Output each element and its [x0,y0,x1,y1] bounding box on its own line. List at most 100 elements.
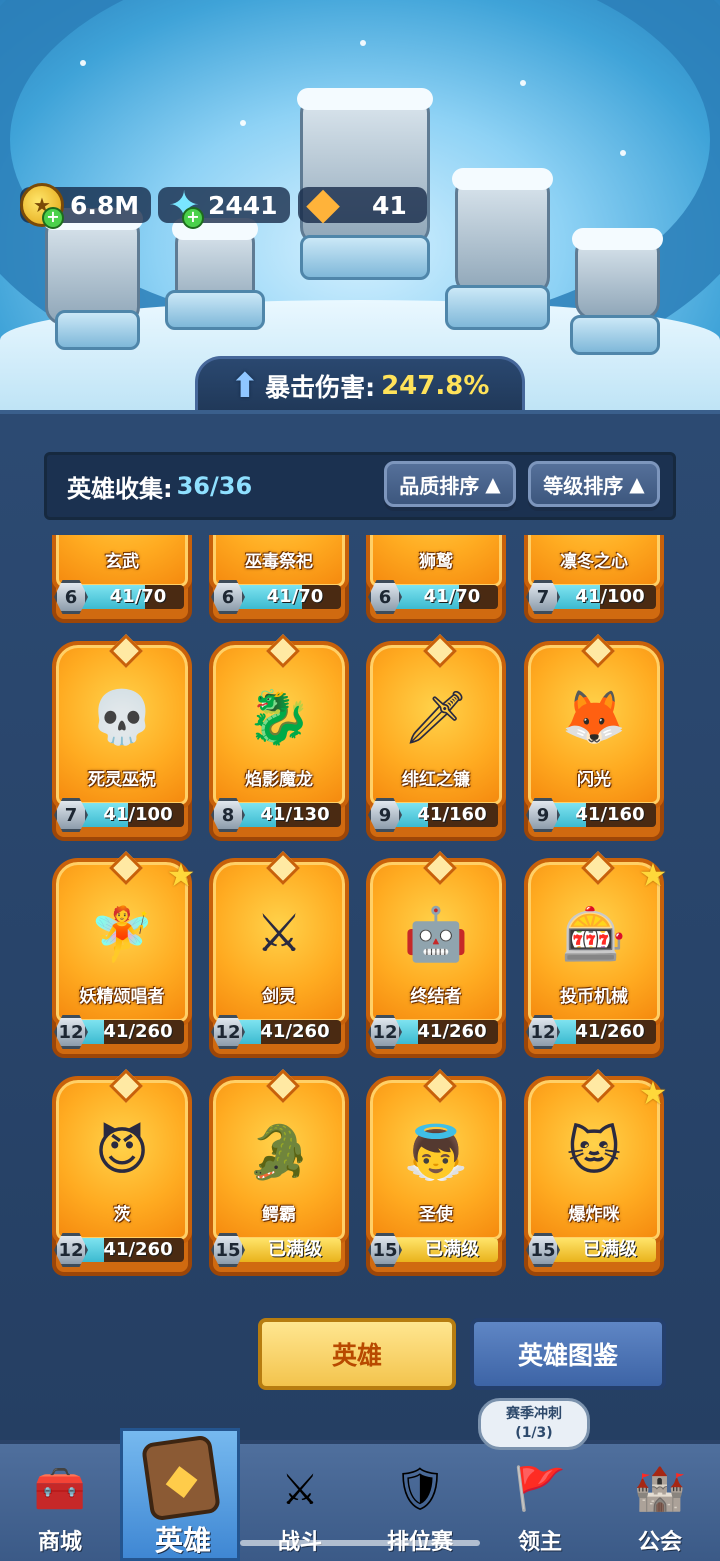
scythe-icon: 🗡 [402,687,469,748]
hero-card[interactable]: ❄凛冬之心41/1007 [524,535,664,631]
progress-text: 41/260 [575,1021,645,1042]
home-indicator [240,1540,480,1546]
hero-card[interactable]: 🐊 鳄霸 已满级 15 [209,1076,349,1284]
progress-text: 41/70 [266,586,324,607]
hero-name: 焰影魔龙 [245,770,313,790]
sword-spirit-icon: ⚔ [255,904,303,964]
up-arrow-icon: ⬆ [230,365,260,406]
progress-text: 41/260 [260,1021,330,1042]
hero-card[interactable]: ⚔ 剑灵 41/260 12 [209,858,349,1066]
hero-name: 绯红之镰 [402,770,470,790]
progress-text: 41/260 [103,1021,173,1042]
hero-tab-button[interactable]: 英雄 [258,1318,456,1390]
hero-tab-label: 英雄 [331,1341,382,1370]
robot-statue [572,228,663,320]
progress-text: 41/130 [260,804,330,825]
collection-count: 36/36 [176,472,253,500]
crossed-swords-icon: ⚔ [281,1464,319,1514]
nav-label: 英雄 [154,1524,211,1557]
hero-card[interactable]: 🎰 投币机械 41/260 12 ★ [524,858,667,1066]
pedestal [165,290,265,330]
crit-damage-banner: ⬆ 暴击伤害: 247.8% [195,356,525,412]
progress-text: 41/70 [423,586,481,607]
sort-level-label: 等级排序 [543,473,624,498]
hero-card[interactable]: 🎭巫毒祭祀41/706 [209,535,349,631]
hero-name: 玄武 [105,552,139,572]
skull-icon: 💀 [89,687,155,748]
snowflake [620,150,626,156]
add-gold-icon[interactable]: + [42,207,64,229]
shop-chest-icon: 🧰 [33,1464,87,1513]
season-sprint-title: 赛季冲刺 [506,1406,562,1422]
hero-card-icon: ◆ [140,1434,222,1522]
progress-text: 41/260 [103,1239,173,1260]
terminator-icon: 🤖 [403,904,469,965]
crit-label: 暴击伤害: [265,372,376,402]
nav-item-5[interactable]: 🚩 领主 [480,1440,600,1561]
collection-label: 英雄收集: [67,474,173,503]
triangle-up-icon: ▲ [485,472,501,496]
hero-name: 巫毒祭祀 [245,552,313,572]
orange-crystal-icon: ◆ [306,177,340,229]
gem-amount: 2441 [208,190,278,220]
snowflake [80,60,86,66]
season-sprint-bubble[interactable]: 赛季冲刺 (1/3) [478,1398,590,1450]
hero-name: 鳄霸 [262,1205,296,1225]
cat-icon: 🐱 [566,1122,622,1182]
hero-card[interactable]: 😈 茨 41/260 12 [52,1076,192,1284]
ranked-shield-icon: 🛡 [393,1464,447,1513]
progress-text: 已满级 [583,1239,637,1260]
pedestal [55,310,140,350]
hero-name: 终结者 [410,987,462,1007]
sort-level-button[interactable]: 等级排序 ▲ [528,461,660,507]
star-icon: ★ [638,856,668,894]
lord-banner-icon: 🚩 [513,1464,567,1513]
add-gem-icon[interactable]: + [182,207,204,229]
snowflake [520,80,526,86]
progress-text: 已满级 [268,1239,322,1260]
crystal-resource[interactable]: ◆ 41 [298,178,427,229]
fairy-icon: 🧚 [89,904,155,965]
hero-codex-button[interactable]: 英雄图鉴 [470,1318,666,1390]
hero-name: 狮鹫 [419,552,453,572]
sort-quality-button[interactable]: 品质排序 ▲ [384,461,516,507]
pedestal [445,285,550,330]
progress-text: 41/100 [575,586,645,607]
fox-icon: 🦊 [561,687,627,748]
hero-card[interactable]: 💀 死灵巫祝 41/100 7 [52,641,192,849]
season-sprint-count: (1/3) [515,1425,553,1441]
gold-amount: 6.8M [70,190,140,220]
nav-item-2[interactable]: ◆ 英雄 [120,1428,240,1561]
hero-card[interactable]: 🤖 终结者 41/260 12 [366,858,506,1066]
nav-label: 领主 [517,1530,562,1555]
crystal-amount: 41 [372,190,407,220]
hero-card[interactable]: 🐢玄武41/706 [52,535,192,631]
star-icon: ★ [638,1074,668,1112]
progress-text: 41/160 [417,804,487,825]
pedestal [570,315,660,355]
nav-label: 商城 [37,1530,82,1555]
crit-value: 247.8% [381,370,490,401]
hero-name: 投币机械 [560,987,628,1007]
hero-name: 爆炸咪 [568,1205,620,1225]
hero-name: 闪光 [577,770,611,790]
snowflake [360,40,366,46]
hero-name: 死灵巫祝 [88,770,156,790]
hero-grid[interactable]: 🐢玄武41/706🎭巫毒祭祀41/706🦅狮鹫41/706❄凛冬之心41/100… [0,535,720,1295]
hero-card[interactable]: 🦅狮鹫41/706 [366,535,506,631]
gold-resource[interactable]: ★ + 6.8M [20,183,152,229]
gem-resource[interactable]: ✦ + 2441 [158,183,290,229]
nav-item-1[interactable]: 🧰 商城 [0,1440,120,1561]
progress-text: 41/100 [103,804,173,825]
hero-card[interactable]: 🐉 焰影魔龙 41/130 8 [209,641,349,849]
hero-card[interactable]: 🧚 妖精颂唱者 41/260 12 ★ [52,858,195,1066]
hero-card[interactable]: 🦊 闪光 41/160 9 [524,641,664,849]
guild-castle-icon: 🏰 [633,1464,687,1513]
progress-text: 41/70 [109,586,167,607]
nav-item-6[interactable]: 🏰 公会 [600,1440,720,1561]
hero-card[interactable]: 👼 圣使 已满级 15 [366,1076,506,1284]
progress-text: 已满级 [425,1239,479,1260]
hero-card[interactable]: 🗡 绯红之镰 41/160 9 [366,641,506,849]
hero-name: 凛冬之心 [560,552,628,572]
hero-card[interactable]: 🐱 爆炸咪 已满级 15 ★ [524,1076,667,1284]
